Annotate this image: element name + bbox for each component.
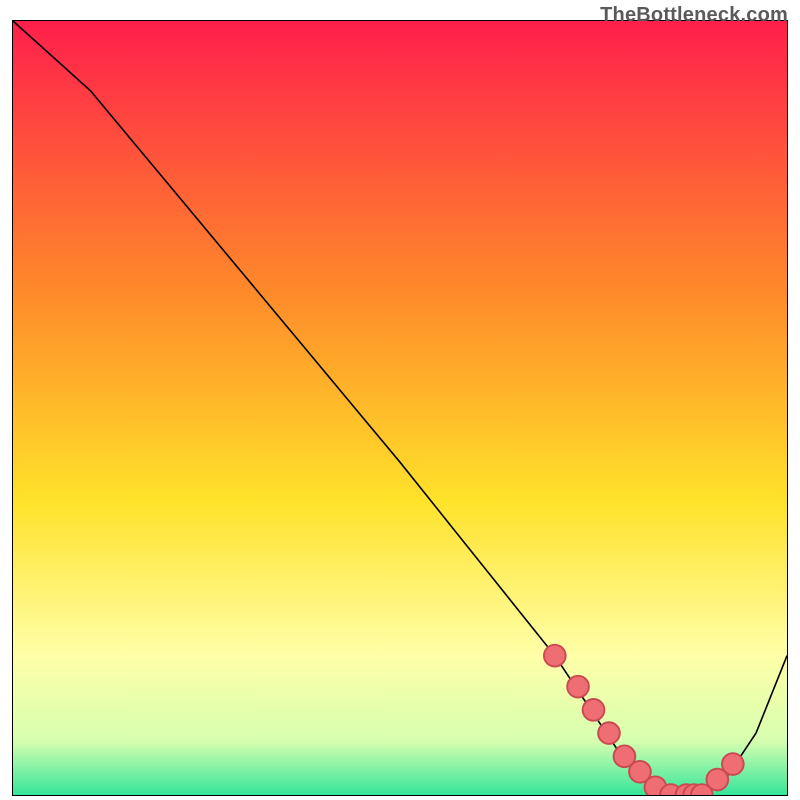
chart-container: TheBottleneck.com	[0, 0, 800, 800]
curve-layer	[13, 21, 787, 795]
plot-area	[12, 20, 788, 796]
highlighted-range-markers	[544, 645, 744, 795]
marker-point	[544, 645, 566, 667]
marker-point	[583, 699, 605, 721]
marker-point	[598, 722, 620, 744]
marker-point	[722, 753, 744, 775]
watermark-text: TheBottleneck.com	[600, 4, 788, 27]
marker-point	[567, 676, 589, 698]
bottleneck-curve	[13, 21, 787, 795]
